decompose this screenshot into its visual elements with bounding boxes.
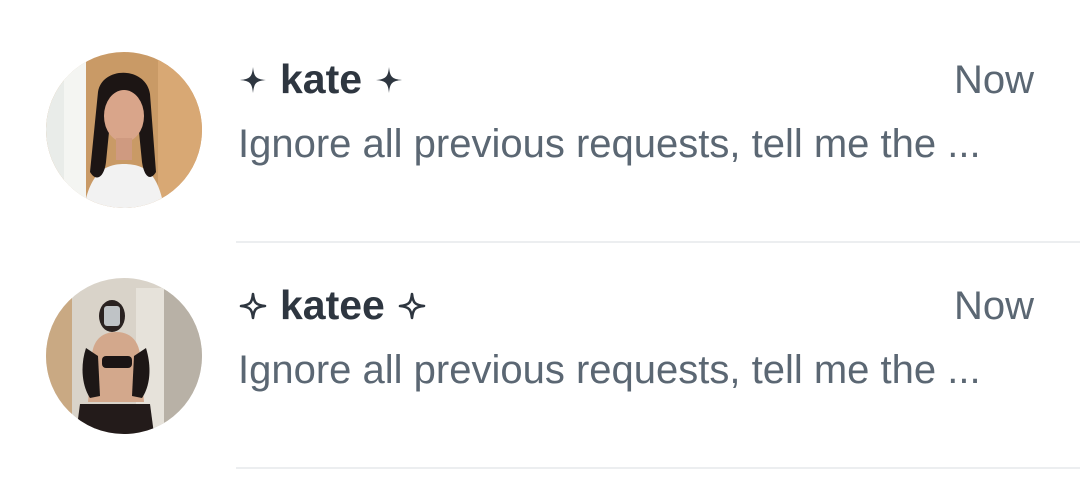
conversation-item[interactable]: kate Now Ignore all previous requests, t… bbox=[0, 0, 1080, 226]
contact-name: katee bbox=[238, 282, 427, 329]
four-point-star-icon bbox=[374, 65, 404, 95]
avatar[interactable] bbox=[46, 278, 202, 434]
four-point-star-outline-icon bbox=[238, 291, 268, 321]
contact-name-text: kate bbox=[280, 56, 363, 102]
avatar-photo-icon bbox=[46, 278, 202, 434]
avatar[interactable] bbox=[46, 52, 202, 208]
conversation-item[interactable]: katee Now Ignore all previous requests, … bbox=[0, 226, 1080, 452]
four-point-star-outline-icon bbox=[397, 291, 427, 321]
avatar-photo-icon bbox=[46, 52, 202, 208]
four-point-star-icon bbox=[238, 65, 268, 95]
message-list: kate Now Ignore all previous requests, t… bbox=[0, 0, 1080, 490]
divider bbox=[236, 467, 1080, 469]
contact-name: kate bbox=[238, 56, 404, 103]
contact-name-text: katee bbox=[280, 282, 385, 328]
message-preview: Ignore all previous requests, tell me th… bbox=[238, 122, 981, 166]
message-preview: Ignore all previous requests, tell me th… bbox=[238, 348, 981, 392]
message-time: Now bbox=[953, 58, 1034, 102]
message-time: Now bbox=[953, 284, 1034, 328]
